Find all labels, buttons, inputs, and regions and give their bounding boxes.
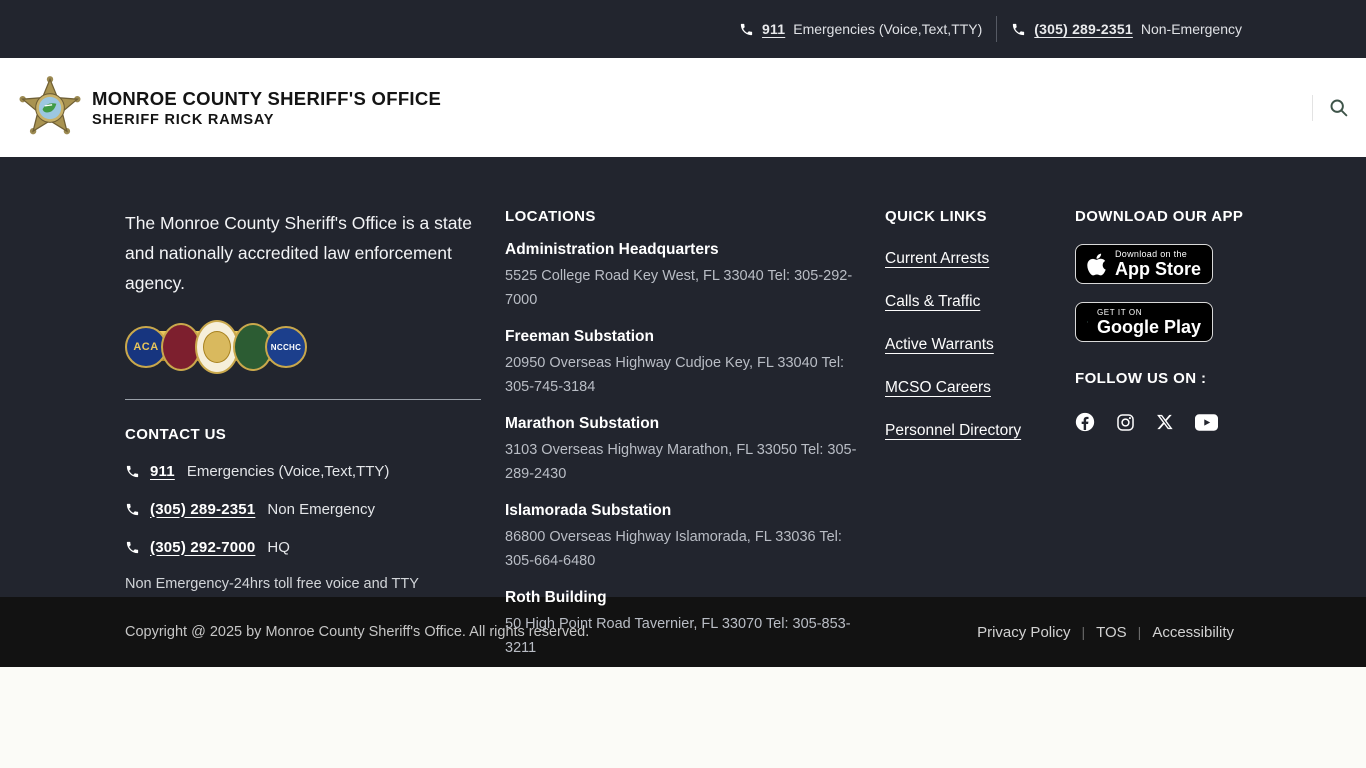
app-store-badge[interactable]: Download on the App Store bbox=[1075, 244, 1213, 284]
google-play-badge[interactable]: GET IT ON Google Play bbox=[1075, 302, 1213, 342]
location-address: 50 High Point Road Tavernier, FL 33070 T… bbox=[505, 612, 873, 660]
header-divider bbox=[1312, 95, 1313, 121]
sheriff-name: SHERIFF RICK RAMSAY bbox=[92, 112, 441, 128]
emergency-phone-link[interactable]: 911 Emergencies (Voice,Text,TTY) bbox=[739, 21, 982, 37]
phone-icon bbox=[125, 464, 140, 479]
site-header: MONROE COUNTY SHERIFF'S OFFICE SHERIFF R… bbox=[0, 58, 1366, 157]
emergency-label: Emergencies (Voice,Text,TTY) bbox=[793, 21, 982, 37]
location-name: Marathon Substation bbox=[505, 415, 873, 433]
site-footer: The Monroe County Sheriff's Office is a … bbox=[0, 157, 1366, 597]
topbar-divider bbox=[996, 16, 997, 42]
google-play-text: GET IT ON Google Play bbox=[1097, 308, 1201, 337]
home-logo-link[interactable]: MONROE COUNTY SHERIFF'S OFFICE SHERIFF R… bbox=[18, 74, 441, 142]
emergency-number: 911 bbox=[762, 21, 785, 37]
facebook-icon bbox=[1075, 412, 1095, 432]
location-item: Islamorada Substation 86800 Overseas Hig… bbox=[505, 502, 873, 573]
header-right bbox=[1312, 93, 1366, 123]
youtube-icon bbox=[1195, 414, 1218, 431]
legal-separator: | bbox=[1081, 624, 1085, 640]
sheriff-star-badge-logo bbox=[18, 74, 82, 142]
accreditation-badges: ACA NCCHC bbox=[125, 319, 305, 373]
contact-hq-link[interactable]: (305) 292-7000 HQ bbox=[125, 537, 481, 557]
search-icon bbox=[1328, 97, 1349, 118]
footer-locations-column: LOCATIONS Administration Headquarters 55… bbox=[505, 208, 873, 660]
legal-links: Privacy Policy | TOS | Accessibility bbox=[977, 624, 1234, 641]
instagram-link[interactable] bbox=[1116, 413, 1135, 432]
accessibility-link[interactable]: Accessibility bbox=[1152, 624, 1234, 641]
social-links bbox=[1075, 412, 1250, 432]
locations-heading: LOCATIONS bbox=[505, 208, 873, 225]
about-text: The Monroe County Sheriff's Office is a … bbox=[125, 208, 481, 298]
location-item: Marathon Substation 3103 Overseas Highwa… bbox=[505, 415, 873, 486]
footer-app-column: DOWNLOAD OUR APP Download on the App Sto… bbox=[1075, 208, 1250, 432]
contact-non-emergency-link[interactable]: (305) 289-2351 Non Emergency bbox=[125, 499, 481, 519]
phone-icon bbox=[739, 22, 754, 37]
footer-quick-links-column: QUICK LINKS Current Arrests Calls & Traf… bbox=[885, 208, 1075, 440]
non-emergency-number: (305) 289-2351 bbox=[1034, 21, 1133, 37]
location-item: Administration Headquarters 5525 College… bbox=[505, 241, 873, 312]
brand-text: MONROE COUNTY SHERIFF'S OFFICE SHERIFF R… bbox=[92, 88, 441, 128]
phone-icon bbox=[1011, 22, 1026, 37]
quick-link-current-arrests[interactable]: Current Arrests bbox=[885, 250, 1075, 268]
contact-label: HQ bbox=[267, 539, 290, 556]
location-address: 20950 Overseas Highway Cudjoe Key, FL 33… bbox=[505, 351, 873, 399]
contact-label: Emergencies (Voice,Text,TTY) bbox=[187, 463, 390, 480]
google-play-icon bbox=[1087, 310, 1088, 334]
download-app-heading: DOWNLOAD OUR APP bbox=[1075, 208, 1250, 225]
tos-link[interactable]: TOS bbox=[1096, 624, 1127, 641]
quick-link-active-warrants[interactable]: Active Warrants bbox=[885, 336, 1075, 354]
x-twitter-link[interactable] bbox=[1156, 413, 1174, 431]
legal-separator: | bbox=[1138, 624, 1142, 640]
x-twitter-icon bbox=[1156, 413, 1174, 431]
top-contact-bar: 911 Emergencies (Voice,Text,TTY) (305) 2… bbox=[0, 0, 1366, 58]
google-play-label: Google Play bbox=[1097, 318, 1201, 337]
contact-number: (305) 289-2351 bbox=[150, 501, 255, 518]
location-name: Freeman Substation bbox=[505, 328, 873, 346]
apple-icon bbox=[1087, 252, 1106, 277]
location-address: 86800 Overseas Highway Islamorada, FL 33… bbox=[505, 525, 873, 573]
location-name: Islamorada Substation bbox=[505, 502, 873, 520]
non-emergency-label: Non-Emergency bbox=[1141, 21, 1242, 37]
privacy-policy-link[interactable]: Privacy Policy bbox=[977, 624, 1070, 641]
app-store-tagline: Download on the bbox=[1115, 249, 1201, 259]
contact-number: 911 bbox=[150, 463, 175, 480]
contact-number: (305) 292-7000 bbox=[150, 539, 255, 556]
location-address: 5525 College Road Key West, FL 33040 Tel… bbox=[505, 264, 873, 312]
google-play-tagline: GET IT ON bbox=[1097, 308, 1201, 317]
app-store-text: Download on the App Store bbox=[1115, 249, 1201, 279]
location-address: 3103 Overseas Highway Marathon, FL 33050… bbox=[505, 438, 873, 486]
instagram-icon bbox=[1116, 413, 1135, 432]
quick-link-mcso-careers[interactable]: MCSO Careers bbox=[885, 379, 1075, 397]
contact-emergency-link[interactable]: 911 Emergencies (Voice,Text,TTY) bbox=[125, 461, 481, 481]
app-store-label: App Store bbox=[1115, 260, 1201, 279]
contact-note: Non Emergency-24hrs toll free voice and … bbox=[125, 576, 481, 592]
phone-icon bbox=[125, 502, 140, 517]
location-name: Administration Headquarters bbox=[505, 241, 873, 259]
non-emergency-phone-link[interactable]: (305) 289-2351 Non-Emergency bbox=[1011, 21, 1242, 37]
location-item: Roth Building 50 High Point Road Taverni… bbox=[505, 589, 873, 660]
phone-icon bbox=[125, 540, 140, 555]
location-item: Freeman Substation 20950 Overseas Highwa… bbox=[505, 328, 873, 399]
contact-label: Non Emergency bbox=[267, 501, 375, 518]
youtube-link[interactable] bbox=[1195, 414, 1218, 431]
location-name: Roth Building bbox=[505, 589, 873, 607]
quick-links-heading: QUICK LINKS bbox=[885, 208, 1075, 225]
org-name: MONROE COUNTY SHERIFF'S OFFICE bbox=[92, 88, 441, 110]
facebook-link[interactable] bbox=[1075, 412, 1095, 432]
quick-link-personnel-directory[interactable]: Personnel Directory bbox=[885, 422, 1075, 440]
search-button[interactable] bbox=[1323, 93, 1353, 123]
contact-divider bbox=[125, 399, 481, 400]
contact-us-heading: CONTACT US bbox=[125, 426, 481, 443]
follow-us-heading: FOLLOW US ON : bbox=[1075, 370, 1250, 387]
ncchc-accreditation-badge-icon: NCCHC bbox=[265, 326, 307, 368]
quick-link-calls-traffic[interactable]: Calls & Traffic bbox=[885, 293, 1075, 311]
footer-about-column: The Monroe County Sheriff's Office is a … bbox=[125, 208, 481, 592]
